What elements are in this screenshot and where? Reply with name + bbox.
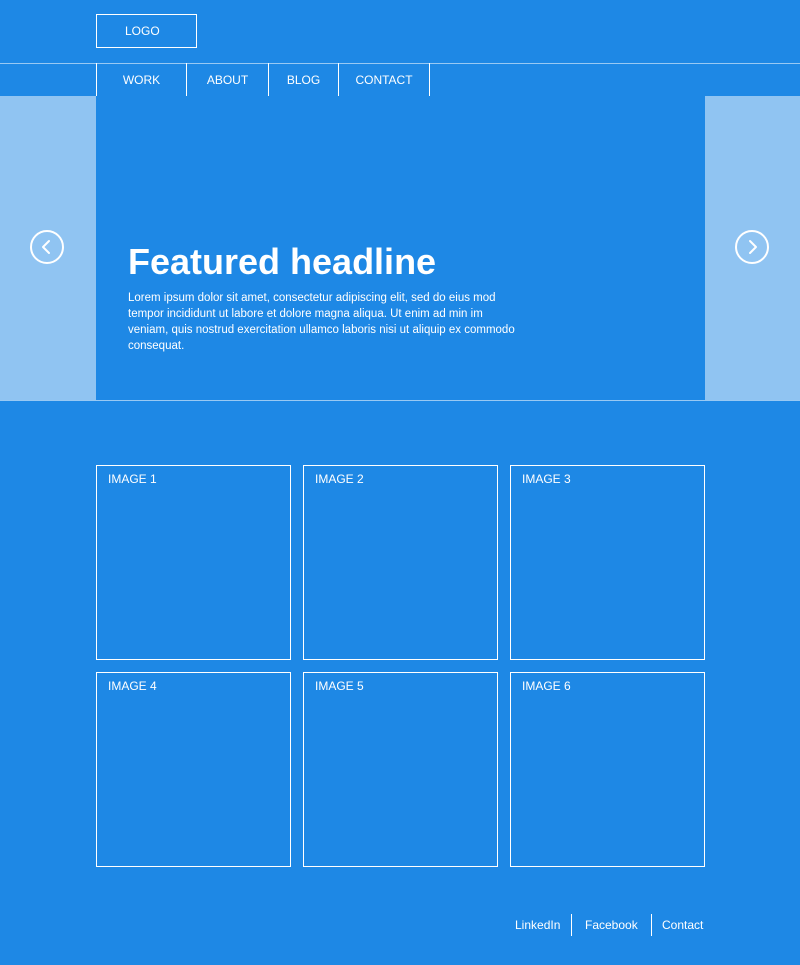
logo-label: LOGO (125, 24, 160, 38)
tile-label: IMAGE 6 (522, 679, 571, 693)
gallery-tile[interactable]: IMAGE 6 (510, 672, 705, 867)
featured-body-text: Lorem ipsum dolor sit amet, consectetur … (128, 292, 515, 352)
footer-link-contact[interactable]: Contact (662, 914, 703, 936)
nav-item-label: CONTACT (355, 73, 413, 87)
gallery-tile[interactable]: IMAGE 2 (303, 465, 498, 660)
chevron-right-icon (749, 240, 757, 254)
gallery-tile[interactable]: IMAGE 5 (303, 672, 498, 867)
carousel-prev-button[interactable] (30, 230, 64, 264)
footer-link-linkedin[interactable]: LinkedIn (515, 914, 560, 936)
nav-item-work[interactable]: WORK (96, 63, 187, 97)
gallery-tile[interactable]: IMAGE 1 (96, 465, 291, 660)
carousel-prev-panel (0, 96, 96, 400)
carousel-next-button[interactable] (735, 230, 769, 264)
logo-box[interactable]: LOGO (96, 14, 197, 48)
footer-divider (651, 914, 652, 936)
footer-divider (571, 914, 572, 936)
nav-item-blog[interactable]: BLOG (269, 63, 339, 97)
nav-item-about[interactable]: ABOUT (187, 63, 269, 97)
hero-carousel: Featured headline Lorem ipsum dolor sit … (0, 96, 800, 401)
tile-label: IMAGE 2 (315, 472, 364, 486)
tile-label: IMAGE 5 (315, 679, 364, 693)
chevron-left-icon (42, 240, 50, 254)
footer-link-facebook[interactable]: Facebook (585, 914, 638, 936)
main-nav: WORK ABOUT BLOG CONTACT (0, 63, 800, 97)
nav-item-contact[interactable]: CONTACT (339, 63, 430, 97)
tile-label: IMAGE 4 (108, 679, 157, 693)
nav-item-label: BLOG (286, 73, 321, 87)
tile-label: IMAGE 1 (108, 472, 157, 486)
tile-label: IMAGE 3 (522, 472, 571, 486)
gallery-tile[interactable]: IMAGE 3 (510, 465, 705, 660)
nav-item-label: ABOUT (206, 73, 249, 87)
featured-headline: Featured headline (128, 241, 437, 282)
carousel-slide: Featured headline Lorem ipsum dolor sit … (96, 96, 705, 400)
nav-item-label: WORK (122, 73, 161, 87)
gallery-tile[interactable]: IMAGE 4 (96, 672, 291, 867)
